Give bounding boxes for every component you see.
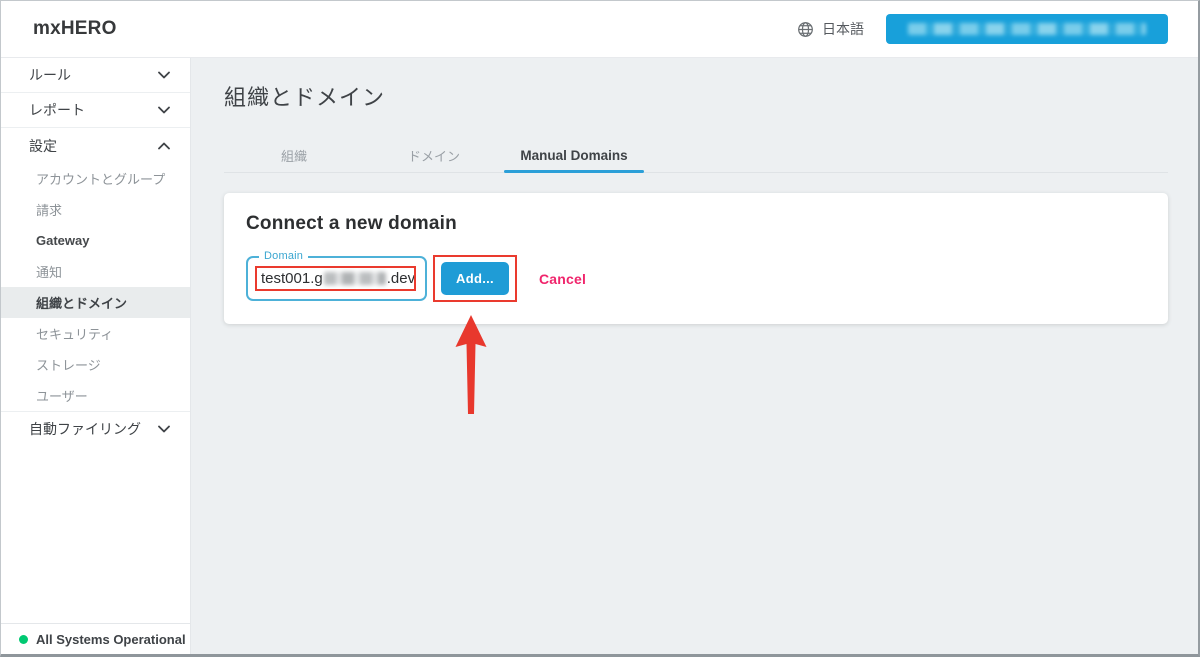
domain-form-row: Domain test001.g .dev Add... Cancel — [246, 250, 1144, 302]
sidebar-sub-label: セキュリティ — [36, 327, 114, 342]
chevron-up-icon — [158, 142, 170, 150]
tab-label: 組織 — [280, 149, 307, 164]
sidebar-sub-label: 組織とドメイン — [36, 296, 128, 311]
top-header: mxHERO 日本語 — [1, 1, 1198, 58]
sidebar-sub-label: Gateway — [36, 233, 90, 248]
add-button[interactable]: Add... — [441, 262, 509, 295]
chevron-down-icon — [158, 71, 170, 79]
tab-manual-domains[interactable]: Manual Domains — [504, 139, 644, 173]
tab-domains[interactable]: ドメイン — [364, 139, 504, 172]
connect-domain-card: Connect a new domain Domain test001.g .d… — [224, 193, 1168, 324]
sidebar-item-users[interactable]: ユーザー — [1, 380, 190, 411]
domain-input[interactable]: Domain test001.g .dev — [246, 250, 427, 301]
cancel-link[interactable]: Cancel — [539, 271, 586, 287]
globe-icon — [797, 21, 814, 38]
sidebar-item-label: 自動ファイリング — [29, 421, 141, 437]
sidebar-item-org-domains[interactable]: 組織とドメイン — [1, 287, 190, 318]
sidebar-sub-label: 通知 — [36, 265, 63, 280]
sidebar-item-gateway[interactable]: Gateway — [1, 225, 190, 256]
sidebar-sub-label: ユーザー — [36, 389, 88, 404]
sidebar-item-reports[interactable]: レポート — [1, 93, 190, 128]
sidebar-sub-label: ストレージ — [36, 358, 101, 373]
sidebar-item-auto-filing[interactable]: 自動ファイリング — [1, 411, 190, 446]
domain-value-prefix: test001.g — [261, 270, 323, 287]
sidebar-item-label: 設定 — [29, 137, 57, 154]
sidebar-sub-label: 請求 — [36, 203, 63, 218]
sidebar-item-rules[interactable]: ルール — [1, 58, 190, 93]
header-right: 日本語 — [797, 14, 1198, 44]
status-green-dot-icon — [19, 634, 28, 644]
system-status: All Systems Operational — [1, 623, 190, 654]
mxhero-logo: mxHERO — [33, 18, 117, 39]
sidebar-nav: ルール レポート 設定 アカウントとグループ 請求 Gateway 通知 組織と… — [1, 58, 190, 446]
account-button-redacted[interactable] — [886, 14, 1168, 44]
language-label[interactable]: 日本語 — [822, 19, 864, 39]
sidebar-item-label: レポート — [29, 102, 85, 118]
sidebar-item-label: ルール — [29, 67, 71, 83]
chevron-down-icon — [158, 106, 170, 114]
sidebar-item-billing[interactable]: 請求 — [1, 194, 190, 225]
sidebar-item-settings[interactable]: 設定 — [1, 128, 190, 163]
card-title: Connect a new domain — [246, 213, 457, 234]
main-content: 組織とドメイン 組織 ドメイン Manual Domains Connect a… — [191, 58, 1198, 654]
sidebar-item-storage[interactable]: ストレージ — [1, 349, 190, 380]
sidebar-sub-label: アカウントとグループ — [36, 172, 166, 187]
domain-value-suffix: .dev — [386, 270, 416, 287]
page-title: 組織とドメイン — [224, 85, 386, 110]
language-selector[interactable]: 日本語 — [797, 19, 864, 39]
tab-label: ドメイン — [407, 149, 460, 164]
tab-label: Manual Domains — [520, 148, 628, 163]
red-annotation-box-button: Add... — [433, 255, 517, 302]
app-window: mxHERO 日本語 ルール レポート 設定 アカウントとグループ 請求 Gat… — [0, 0, 1200, 657]
tab-bar: 組織 ドメイン Manual Domains — [224, 139, 1168, 173]
sidebar-item-accounts-groups[interactable]: アカウントとグループ — [1, 163, 190, 194]
sidebar-item-notifications[interactable]: 通知 — [1, 256, 190, 287]
sidebar-item-security[interactable]: セキュリティ — [1, 318, 190, 349]
redacted-domain-segment — [323, 272, 386, 285]
status-text: All Systems Operational — [36, 631, 186, 647]
sidebar: ルール レポート 設定 アカウントとグループ 請求 Gateway 通知 組織と… — [1, 58, 191, 654]
red-annotation-box-input: test001.g .dev — [255, 266, 416, 291]
domain-field-label: Domain — [259, 250, 309, 262]
tab-organizations[interactable]: 組織 — [224, 139, 364, 172]
chevron-down-icon — [158, 425, 170, 433]
redacted-button-text — [908, 23, 1146, 35]
